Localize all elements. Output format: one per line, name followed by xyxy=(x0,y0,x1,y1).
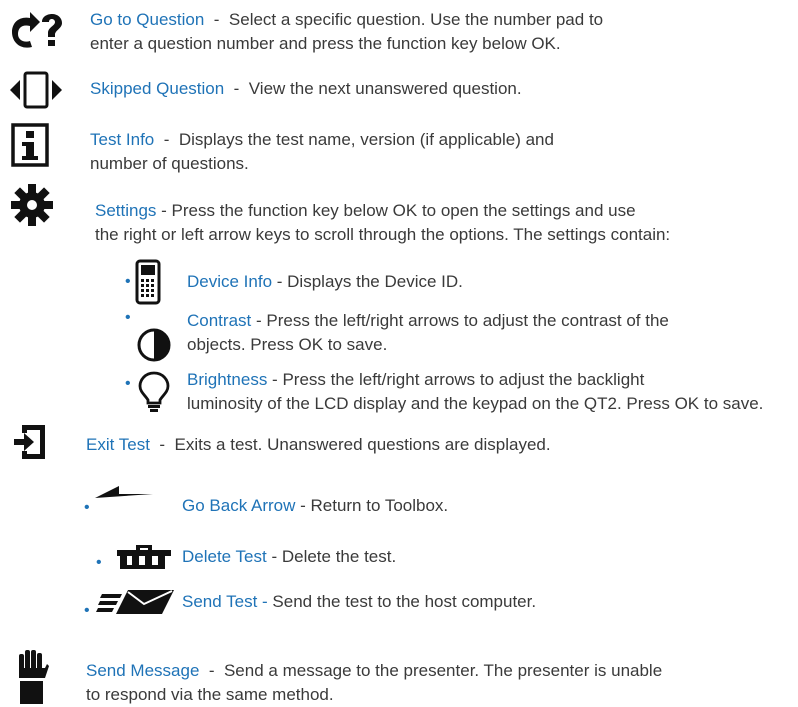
bullet: • xyxy=(125,273,131,290)
go-to-question-text: Go to Question - Select a specific quest… xyxy=(90,10,604,53)
delete-test-term: Delete Test xyxy=(182,547,267,566)
send-message-term: Send Message xyxy=(86,661,200,680)
gear-icon xyxy=(10,183,54,227)
contrast-desc-2: objects. Press OK to save. xyxy=(187,335,388,354)
contrast-icon xyxy=(136,327,172,363)
bullet: • xyxy=(96,554,102,571)
device-info-desc: Displays the Device ID. xyxy=(287,272,463,291)
device-info-term: Device Info xyxy=(187,272,273,291)
go-back-text: Go Back Arrow - Return to Toolbox. xyxy=(182,496,449,515)
settings-desc: Press the function key below OK to open … xyxy=(171,201,636,220)
delete-test-text: Delete Test - Delete the test. xyxy=(182,547,397,566)
brightness-desc: Press the left/right arrows to adjust th… xyxy=(282,370,645,389)
test-info-desc-2: number of questions. xyxy=(90,154,249,173)
settings-term: Settings xyxy=(95,201,157,220)
skipped-question-text: Skipped Question - View the next unanswe… xyxy=(90,79,522,98)
bullet: • xyxy=(125,309,131,326)
skipped-question-desc: View the next unanswered question. xyxy=(248,79,522,98)
exit-test-desc: Exits a test. Unanswered questions are d… xyxy=(174,435,551,454)
send-message-desc-2: to respond via the same method. xyxy=(86,685,334,704)
exit-icon xyxy=(12,422,48,462)
back-arrow-icon xyxy=(93,486,171,516)
exit-test-term: Exit Test xyxy=(86,435,150,454)
trash-icon xyxy=(116,543,172,571)
go-to-question-term: Go to Question xyxy=(90,10,205,29)
send-test-text: Send Test - Send the test to the host co… xyxy=(182,590,536,614)
send-message-desc: Send a message to the presenter. The pre… xyxy=(223,661,663,680)
bullet: • xyxy=(84,602,90,619)
contrast-desc: Press the left/right arrows to adjust th… xyxy=(266,311,669,330)
info-icon xyxy=(10,122,50,168)
go-back-desc: Return to Toolbox. xyxy=(310,496,449,515)
bullet: • xyxy=(125,375,131,392)
send-message-text: Send Message - Send a message to the pre… xyxy=(86,661,663,704)
contrast-text: Contrast - Press the left/right arrows t… xyxy=(187,311,669,354)
go-to-question-desc-2: enter a question number and press the fu… xyxy=(90,34,561,53)
send-icon xyxy=(96,586,176,616)
send-test-term: Send Test - xyxy=(182,592,268,611)
delete-test-desc: Delete the test. xyxy=(281,547,397,566)
test-info-desc: Displays the test name, version (if appl… xyxy=(178,130,554,149)
brightness-text: Brightness - Press the left/right arrows… xyxy=(187,370,764,413)
go-to-question-desc: Select a specific question. Use the numb… xyxy=(228,10,604,29)
test-info-text: Test Info - Displays the test name, vers… xyxy=(90,130,554,173)
test-info-term: Test Info xyxy=(90,130,155,149)
skipped-question-icon xyxy=(8,70,68,110)
go-back-term: Go Back Arrow xyxy=(182,496,296,515)
send-test-desc: Send the test to the host computer. xyxy=(272,592,537,611)
contrast-term: Contrast xyxy=(187,311,252,330)
settings-desc-2: the right or left arrow keys to scroll t… xyxy=(95,225,671,244)
device-icon xyxy=(135,259,161,305)
skipped-question-term: Skipped Question xyxy=(90,79,225,98)
settings-text: Settings - Press the function key below … xyxy=(95,201,671,244)
brightness-term: Brightness xyxy=(187,370,268,389)
raised-hand-icon xyxy=(15,648,49,706)
brightness-desc-2: luminosity of the LCD display and the ke… xyxy=(187,394,764,413)
device-info-text: Device Info - Displays the Device ID. xyxy=(187,272,463,291)
lightbulb-icon xyxy=(137,370,171,414)
bullet: • xyxy=(84,499,90,516)
go-to-question-icon xyxy=(8,10,68,50)
exit-test-text: Exit Test - Exits a test. Unanswered que… xyxy=(86,435,551,454)
